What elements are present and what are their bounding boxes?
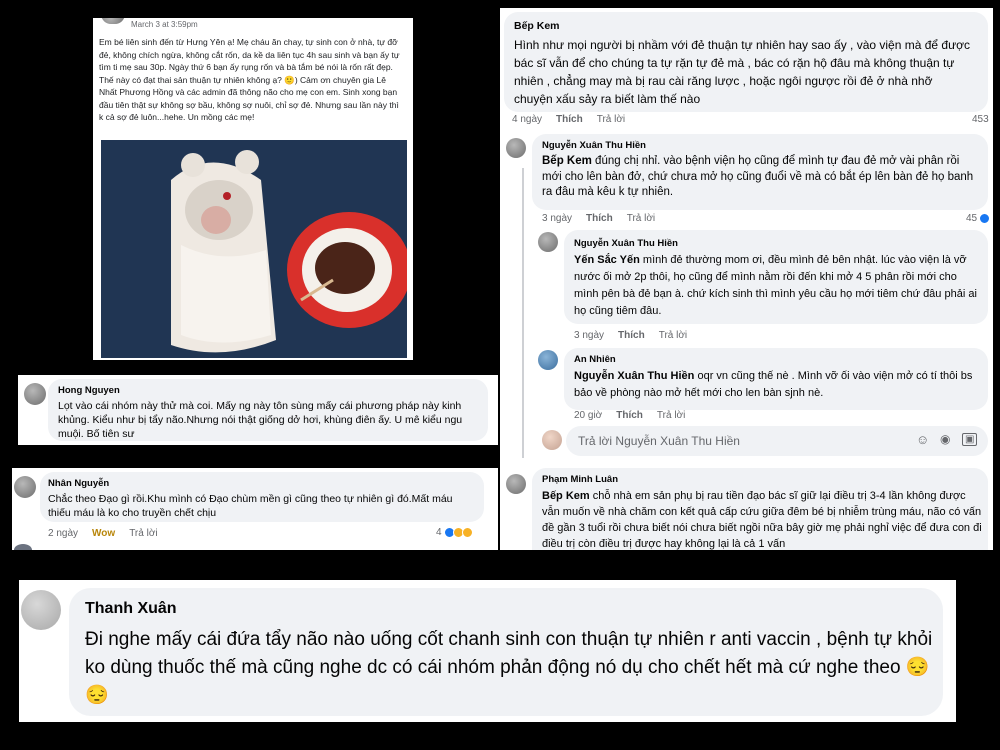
reaction-button[interactable]: Wow [92,528,115,539]
post-card: March 3 at 3:59pm Em bé liên sinh đến từ… [93,18,413,360]
thread-line [522,168,524,458]
avatar[interactable] [538,232,558,252]
comment-bubble: Nguyễn Xuân Thu Hiền Bếp Kem đúng chị nh… [532,134,988,210]
like-button[interactable]: Thích [556,114,583,125]
reply-button[interactable]: Trả lời [659,330,687,341]
comment-bubble: Bếp Kem Hình như mọi người bị nhầm với đ… [504,12,988,112]
avatar [14,544,32,550]
like-button[interactable]: Thích [586,213,613,224]
reply-button[interactable]: Trả lời [657,410,685,421]
post-text: Em bé liên sinh đến từ Hưng Yên ạ! Mẹ ch… [99,37,400,122]
like-button[interactable]: Thích [618,330,645,341]
mention-tag[interactable]: Bếp Kem [542,490,590,502]
comment-text: Hình như mọi người bị nhầm với đẻ thuận … [514,38,970,106]
comment-card-hong: Hong Nguyen Lọt vào cái nhóm này thử mà … [18,375,498,445]
comment-bubble: Hong Nguyen Lọt vào cái nhóm này thử mà … [48,379,488,441]
like-icon [979,213,991,224]
reaction-count: 4 [436,527,442,538]
comment-thread: Bếp Kem Hình như mọi người bị nhầm với đ… [500,8,993,550]
baby-photo-illustration [101,140,407,358]
avatar[interactable] [21,590,61,630]
emoji-icon[interactable]: ☺ [916,432,929,447]
comment-author[interactable]: Thanh Xuân [85,600,177,618]
comment-actions: 3 ngày Thích Trả lời [542,213,655,224]
wow-icon [461,527,473,538]
comment-card-nhan: Nhân Nguyễn Chắc theo Đạo gì rồi.Khu mìn… [12,468,498,550]
reaction-count: 45 [966,213,978,224]
comment-card-thanh: Thanh Xuân Đi nghe mấy cái đứa tẩy não n… [19,580,956,722]
comment-author[interactable]: Nguyễn Xuân Thu Hiền [574,238,678,249]
avatar[interactable] [506,474,526,494]
comment-actions: 3 ngày Thích Trả lời [574,330,687,341]
like-button[interactable]: Thích [616,410,643,421]
reply-button[interactable]: Trả lời [597,114,625,125]
comment-actions: 2 ngày Wow Trả lời [48,528,158,539]
comment-text: Lọt vào cái nhóm này thử mà coi. Mấy ng … [58,400,463,440]
comment-text: Bếp Kem chỗ nhà em sản phụ bị rau tiền đ… [542,490,982,550]
reaction-summary[interactable]: 453 [972,114,989,125]
comment-time: 4 ngày [512,114,543,125]
reply-input[interactable]: Trả lời Nguyễn Xuân Thu Hiền ☺ ◉ ▣ [566,426,988,456]
mention-tag[interactable]: Nguyễn Xuân Thu Hiền [574,370,694,382]
post-author-avatar[interactable] [101,18,125,24]
reaction-summary[interactable]: 4 [436,527,473,538]
mention-tag[interactable]: Yến Sắc Yến [574,254,640,266]
avatar[interactable] [506,138,526,158]
comment-bubble: Phạm Minh Luân Bếp Kem chỗ nhà em sản ph… [532,468,988,550]
comment-text: Đi nghe mấy cái đứa tẩy não nào uống cốt… [85,629,933,706]
comment-bubble: Thanh Xuân Đi nghe mấy cái đứa tẩy não n… [69,588,943,716]
reaction-count: 453 [972,114,989,125]
comment-time: 2 ngày [48,528,79,539]
comment-author[interactable]: Phạm Minh Luân [542,474,618,485]
comment-bubble: Nguyễn Xuân Thu Hiền Yến Sắc Yến mình đẻ… [564,230,988,324]
comment-author[interactable]: Nguyễn Xuân Thu Hiền [542,140,646,151]
comment-time: 3 ngày [574,330,605,341]
comment-author[interactable]: Bếp Kem [514,20,560,32]
avatar [542,430,562,450]
gif-icon[interactable]: ▣ [962,433,978,446]
camera-icon[interactable]: ◉ [940,432,950,446]
post-timestamp[interactable]: March 3 at 3:59pm [131,20,198,29]
mention-tag[interactable]: Bếp Kem [542,155,592,167]
comment-actions: 4 ngày Thích Trả lời [512,114,625,125]
reaction-summary[interactable]: 45 [966,213,991,224]
reply-button[interactable]: Trả lời [627,213,655,224]
comment-author[interactable]: Hong Nguyen [58,385,120,396]
comment-time: 3 ngày [542,213,573,224]
comment-bubble: An Nhiên Nguyễn Xuân Thu Hiền oqr vn cũn… [564,348,988,410]
avatar[interactable] [24,383,46,405]
comment-text: Yến Sắc Yến mình đẻ thường mom ơi, đều m… [574,254,977,317]
comment-text: Nguyễn Xuân Thu Hiền oqr vn cũng thế nè … [574,370,973,399]
comment-bubble: Nhân Nguyễn Chắc theo Đạo gì rồi.Khu mìn… [40,472,484,522]
avatar[interactable] [538,350,558,370]
comment-author[interactable]: Nhân Nguyễn [48,478,109,489]
comment-actions: 20 giờ Thích Trả lời [574,410,685,421]
reply-button[interactable]: Trả lời [129,528,157,539]
comment-text: Chắc theo Đạo gì rồi.Khu mình có Đạo chù… [48,493,453,519]
comment-time: 20 giờ [574,410,603,421]
comment-author[interactable]: An Nhiên [574,354,616,365]
comment-text: Bếp Kem đúng chị nhỉ. vào bệnh viện họ c… [542,155,974,198]
post-photo[interactable] [101,140,407,358]
reply-input-placeholder: Trả lời Nguyễn Xuân Thu Hiền [578,434,740,448]
avatar[interactable] [14,476,36,498]
